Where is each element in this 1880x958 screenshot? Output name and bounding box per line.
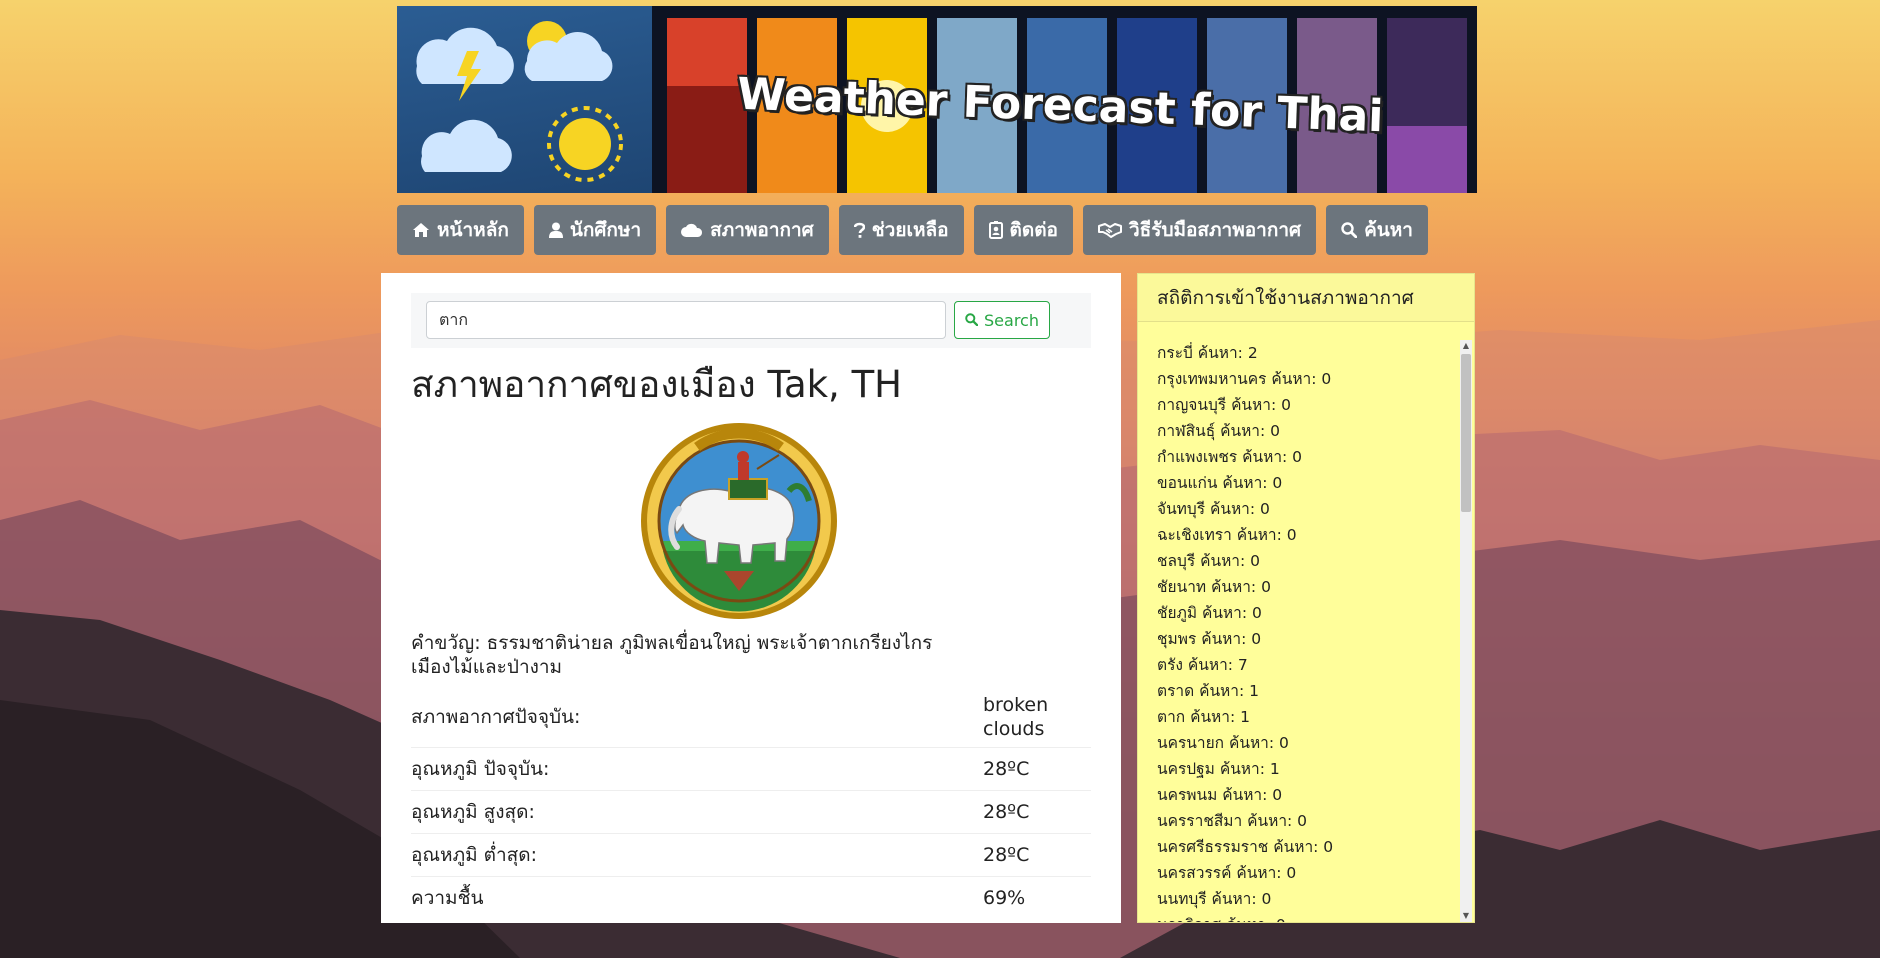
search-icon xyxy=(965,311,979,330)
weather-value: 28ºC xyxy=(983,758,1030,780)
list-item: นครสวรรค์ ค้นหา: 0 xyxy=(1157,864,1297,882)
cloud-icon xyxy=(681,222,703,238)
stats-title: สถิติการเข้าใช้งานสภาพอากาศ xyxy=(1138,274,1474,322)
weather-label: อุณหภูมิ ปัจจุบัน: xyxy=(411,758,550,780)
scroll-down-arrow-icon[interactable]: ▼ xyxy=(1460,910,1472,922)
page-title: สภาพอากาศของเมือง Tak, TH xyxy=(411,363,902,406)
weather-value: 28ºC xyxy=(983,844,1030,866)
nav-search[interactable]: ค้นหา xyxy=(1326,205,1428,255)
weather-label: ความชื้น xyxy=(411,887,484,909)
nav-weather-label: สภาพอากาศ xyxy=(710,219,814,241)
list-item: ชัยภูมิ ค้นหา: 0 xyxy=(1157,604,1262,622)
handshake-icon xyxy=(1097,222,1122,238)
list-item: ตราด ค้นหา: 1 xyxy=(1157,682,1259,700)
site-banner: Weather Forecast for Thai xyxy=(397,6,1477,193)
list-item: นราธิวาส ค้นหา: 0 xyxy=(1157,912,1457,922)
nav-help-label: ช่วยเหลือ xyxy=(871,219,949,241)
list-item: ฉะเชิงเทรา ค้นหา: 0 xyxy=(1157,526,1297,544)
province-seal xyxy=(641,423,837,619)
list-item: นครราชสีมา ค้นหา: 0 xyxy=(1157,812,1308,830)
search-bar: Search xyxy=(411,293,1091,348)
table-row: อุณหภูมิ สูงสุด: 28ºC xyxy=(411,790,1091,833)
stats-scrollbar[interactable]: ▲ ▼ xyxy=(1460,340,1472,922)
nav-contact-label: ติดต่อ xyxy=(1009,219,1058,241)
list-item: นครปฐม ค้นหา: 1 xyxy=(1157,760,1280,778)
table-row: สภาพอากาศปัจจุบัน: broken clouds xyxy=(411,687,1091,747)
table-row: อุณหภูมิ ปัจจุบัน: 28ºC xyxy=(411,747,1091,790)
table-row: ความชื้น 69% xyxy=(411,876,1091,919)
nav-students[interactable]: นักศึกษา xyxy=(533,205,657,255)
list-item: กาญจนบุรี ค้นหา: 0 xyxy=(1157,396,1291,414)
weather-value: 28ºC xyxy=(983,801,1030,823)
contact-card-icon xyxy=(988,221,1003,239)
list-item: กระบี่ ค้นหา: 2 xyxy=(1157,344,1258,362)
list-item: กาฬสินธุ์ ค้นหา: 0 xyxy=(1157,422,1281,440)
list-item: ชลบุรี ค้นหา: 0 xyxy=(1157,552,1261,570)
nav-students-label: นักศึกษา xyxy=(569,219,642,241)
scroll-thumb[interactable] xyxy=(1461,354,1471,512)
question-icon xyxy=(853,222,865,238)
scroll-up-arrow-icon[interactable]: ▲ xyxy=(1460,340,1472,352)
list-item: นครศรีธรรมราช ค้นหา: 0 xyxy=(1157,838,1334,856)
province-slogan: คำขวัญ: ธรรมชาติน่ายล ภูมิพลเขื่อนใหญ่ พ… xyxy=(411,632,933,678)
nav-search-label: ค้นหา xyxy=(1364,219,1413,241)
list-item: ชุมพร ค้นหา: 0 xyxy=(1157,630,1262,648)
nav-home[interactable]: หน้าหลัก xyxy=(397,205,524,255)
city-search-input[interactable] xyxy=(426,301,946,339)
nav-home-label: หน้าหลัก xyxy=(437,219,509,241)
list-item: ชัยนาท ค้นหา: 0 xyxy=(1157,578,1271,596)
list-item: นครนายก ค้นหา: 0 xyxy=(1157,734,1289,752)
list-item: ตาก ค้นหา: 1 xyxy=(1157,708,1250,726)
list-item: กำแพงเพชร ค้นหา: 0 xyxy=(1157,448,1303,466)
weather-label: สภาพอากาศปัจจุบัน: xyxy=(411,706,581,728)
list-item: จันทบุรี ค้นหา: 0 xyxy=(1157,500,1270,518)
nav-coping[interactable]: วิธีรับมือสภาพอากาศ xyxy=(1082,205,1317,255)
weather-value: 69% xyxy=(983,887,1026,909)
weather-card: Search สภาพอากาศของเมือง Tak, TH คำขวัญ:… xyxy=(381,273,1121,923)
list-item: ขอนแก่น ค้นหา: 0 xyxy=(1157,474,1283,492)
home-icon xyxy=(412,222,430,238)
weather-label: อุณหภูมิ ต่ำสุด: xyxy=(411,844,537,866)
search-button-label: Search xyxy=(984,310,1039,330)
search-button[interactable]: Search xyxy=(954,301,1050,339)
nav-coping-label: วิธีรับมือสภาพอากาศ xyxy=(1128,219,1302,241)
weather-value: broken clouds xyxy=(983,694,1049,740)
stats-list[interactable]: กระบี่ ค้นหา: 2 กรุงเทพมหานคร ค้นหา: 0 กาญ… xyxy=(1157,340,1457,922)
nav-weather[interactable]: สภาพอากาศ xyxy=(666,205,829,255)
list-item: นครพนม ค้นหา: 0 xyxy=(1157,786,1283,804)
search-icon xyxy=(1341,222,1358,238)
list-item: ตรัง ค้นหา: 7 xyxy=(1157,656,1248,674)
list-item: นนทบุรี ค้นหา: 0 xyxy=(1157,890,1272,908)
main-nav: หน้าหลัก นักศึกษา สภาพอากาศ ช่วยเหลือ ติ… xyxy=(397,205,1428,259)
weather-table: สภาพอากาศปัจจุบัน: broken clouds อุณหภูม… xyxy=(411,687,1091,919)
list-item: กรุงเทพมหานคร ค้นหา: 0 xyxy=(1157,370,1332,388)
nav-help[interactable]: ช่วยเหลือ xyxy=(838,205,964,255)
nav-contact[interactable]: ติดต่อ xyxy=(973,205,1073,255)
stats-panel: สถิติการเข้าใช้งานสภาพอากาศ กระบี่ ค้นหา… xyxy=(1137,273,1475,923)
table-row: อุณหภูมิ ต่ำสุด: 28ºC xyxy=(411,833,1091,876)
weather-label: อุณหภูมิ สูงสุด: xyxy=(411,801,535,823)
user-icon xyxy=(548,222,563,238)
